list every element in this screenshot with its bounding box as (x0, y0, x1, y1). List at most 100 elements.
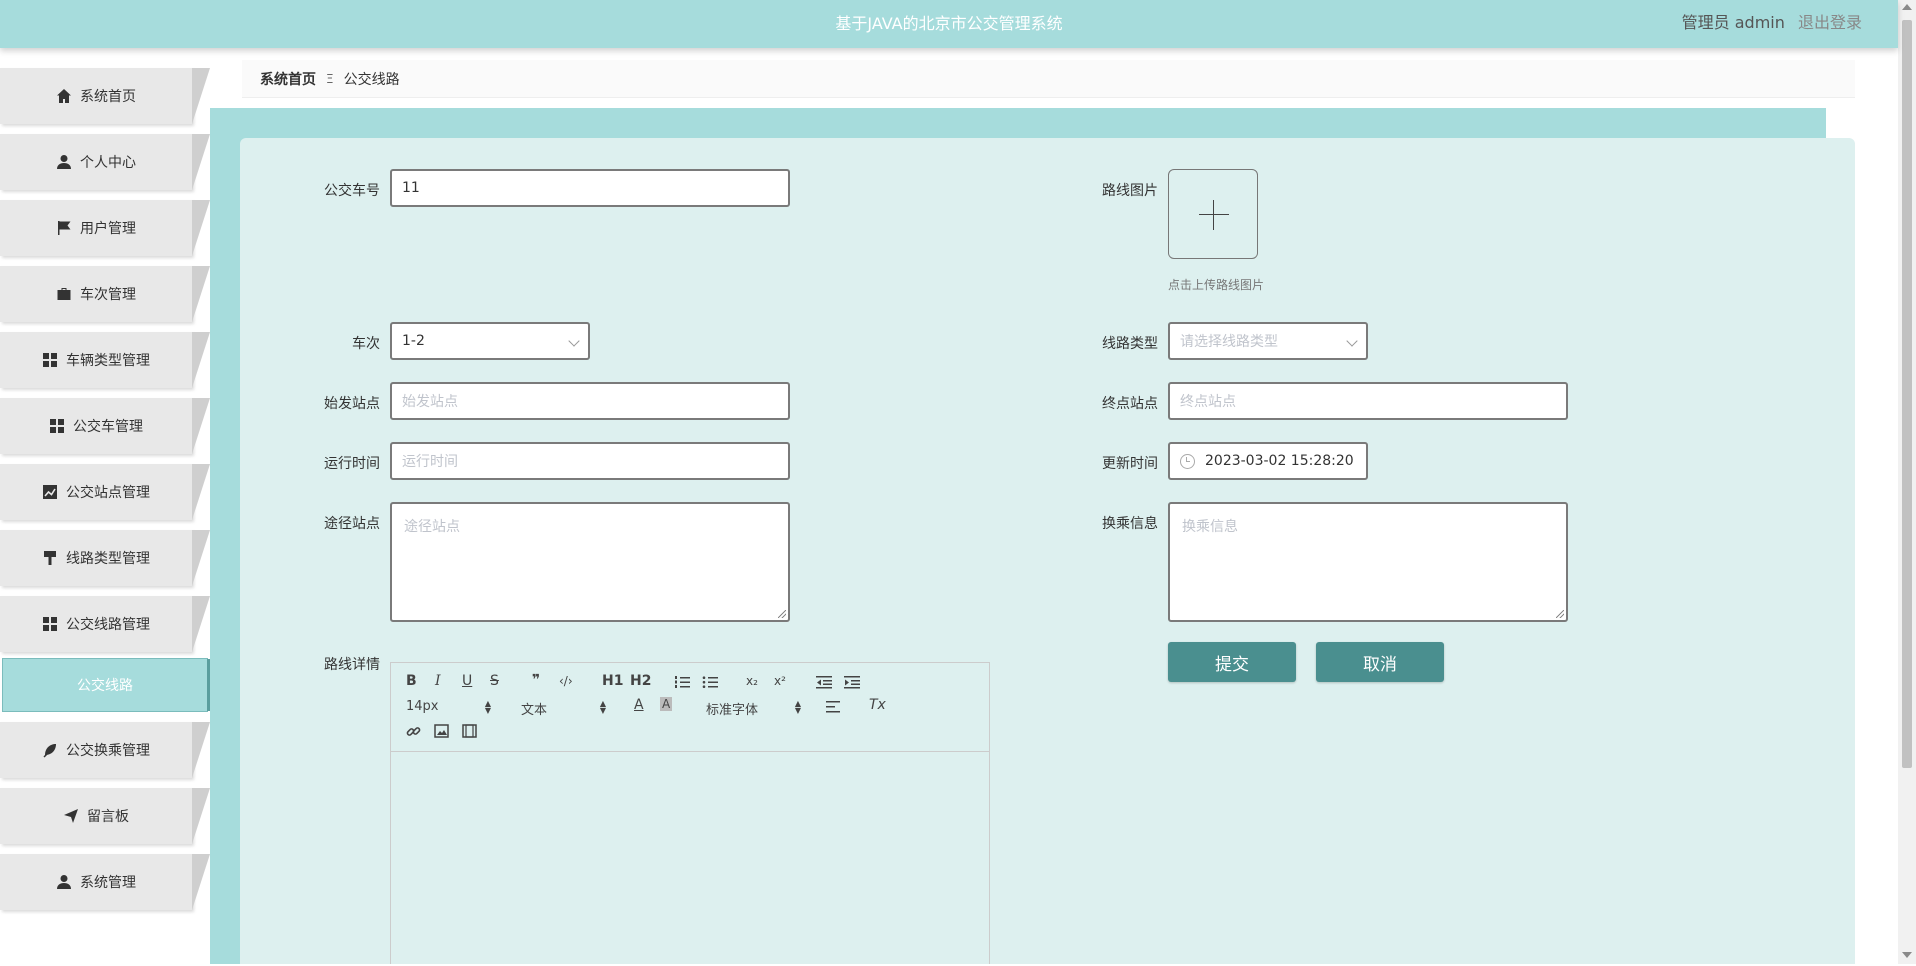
brush-icon (44, 551, 56, 565)
start-station-input[interactable]: 始发站点 (390, 382, 790, 420)
h1-button[interactable]: H1 (602, 673, 623, 689)
h2-button[interactable]: H2 (630, 673, 651, 689)
flag-icon (58, 221, 71, 235)
home-icon (57, 89, 71, 103)
scroll-down-arrow-icon[interactable] (1902, 952, 1912, 958)
align-left-icon[interactable] (826, 701, 840, 713)
editor-toolbar: B I U S ❞ ‹/› H1 H2 x₂ x² 14px ▲ ▼ 文本 ▲ ▼ … (391, 663, 989, 752)
sidebar-item-label: 个人中心 (80, 155, 136, 171)
background-color-button[interactable]: A (660, 697, 673, 711)
bullet-list-icon[interactable] (702, 675, 718, 689)
clear-format-button[interactable]: Tx (869, 697, 886, 713)
code-block-button[interactable]: ‹/› (559, 674, 573, 688)
plus-icon (1199, 214, 1229, 215)
leaf-icon (43, 744, 56, 758)
sidebar-item-routes[interactable]: 公交线路管理 (0, 596, 192, 652)
grid-icon (50, 419, 64, 433)
resize-grip-icon[interactable] (1556, 610, 1564, 618)
strike-button[interactable]: S (490, 673, 499, 689)
sidebar-item-users[interactable]: 用户管理 (0, 200, 192, 256)
via-stations-label: 途径站点 (324, 516, 380, 532)
sidebar-item-profile[interactable]: 个人中心 (0, 134, 192, 190)
font-family-select[interactable]: 标准字体 ▲ ▼ (706, 699, 801, 719)
update-time-picker[interactable]: 2023-03-02 15:28:20 (1168, 442, 1368, 480)
sidebar-item-label: 系统首页 (80, 89, 136, 105)
sidebar-item-route-types[interactable]: 线路类型管理 (0, 530, 192, 586)
route-type-label: 线路类型 (1102, 336, 1158, 352)
updown-icon: ▲ ▼ (794, 699, 801, 715)
outdent-icon[interactable] (816, 675, 832, 689)
route-detail-label: 路线详情 (324, 657, 380, 673)
route-detail-editor: B I U S ❞ ‹/› H1 H2 x₂ x² 14px ▲ ▼ 文本 ▲ ▼ … (390, 662, 990, 964)
route-image-label: 路线图片 (1102, 183, 1158, 199)
user-icon (57, 155, 71, 169)
breadcrumb: 系统首页 Ξ 公交线路 (242, 60, 1855, 98)
update-time-label: 更新时间 (1102, 456, 1158, 472)
sidebar-item-label: 公交线路管理 (66, 617, 150, 633)
header-type-select[interactable]: 文本 ▲ ▼ (521, 699, 606, 719)
ordered-list-icon[interactable] (674, 675, 690, 689)
breadcrumb-home[interactable]: 系统首页 (260, 69, 316, 89)
sidebar-subitem-route[interactable]: 公交线路 (2, 658, 213, 712)
blockquote-button[interactable]: ❞ (532, 672, 540, 688)
sidebar-item-trips[interactable]: 车次管理 (0, 266, 192, 322)
sidebar-item-label: 车次管理 (80, 287, 136, 303)
font-size-select[interactable]: 14px ▲ ▼ (406, 699, 491, 715)
updown-icon: ▲ ▼ (484, 699, 491, 715)
user-area: 管理员 admin 退出登录 (1682, 9, 1862, 33)
run-time-input[interactable]: 运行时间 (390, 442, 790, 480)
italic-button[interactable]: I (435, 673, 441, 689)
bold-button[interactable]: B (406, 673, 417, 689)
image-icon[interactable] (434, 724, 449, 738)
sidebar-item-vehicle-types[interactable]: 车辆类型管理 (0, 332, 192, 388)
start-station-label: 始发站点 (324, 396, 380, 412)
subscript-button[interactable]: x₂ (746, 674, 758, 688)
trip-label: 车次 (352, 336, 380, 352)
font-size-value: 14px (406, 699, 439, 714)
sidebar-item-system[interactable]: 系统管理 (0, 854, 192, 910)
grid-icon (43, 617, 57, 631)
resize-grip-icon[interactable] (778, 610, 786, 618)
top-header: 基于JAVA的北京市公交管理系统 管理员 admin 退出登录 (0, 0, 1898, 48)
chevron-down-icon (568, 335, 580, 347)
transfer-info-textarea[interactable]: 换乘信息 (1168, 502, 1568, 622)
via-stations-textarea[interactable]: 途径站点 (390, 502, 790, 622)
bus-no-input[interactable]: 11 (390, 169, 790, 207)
chevron-down-icon (1346, 335, 1358, 347)
sidebar-item-transfers[interactable]: 公交换乘管理 (0, 722, 192, 778)
logout-link[interactable]: 退出登录 (1798, 13, 1862, 32)
sidebar-item-stations[interactable]: 公交站点管理 (0, 464, 192, 520)
breadcrumb-separator: Ξ (326, 71, 334, 86)
route-image-upload[interactable] (1168, 169, 1258, 259)
briefcase-icon (57, 288, 71, 300)
sidebar-item-label: 车辆类型管理 (66, 353, 150, 369)
upload-tip: 点击上传路线图片 (1168, 278, 1265, 292)
link-icon[interactable] (406, 724, 421, 739)
text-color-button[interactable]: A (634, 697, 644, 713)
run-time-label: 运行时间 (324, 456, 380, 472)
sidebar-item-label: 公交换乘管理 (66, 743, 150, 759)
scroll-up-arrow-icon[interactable] (1902, 4, 1912, 10)
end-station-input[interactable]: 终点站点 (1168, 382, 1568, 420)
sidebar-item-label: 用户管理 (80, 221, 136, 237)
trip-select[interactable]: 1-2 (390, 322, 590, 360)
sidebar-item-label: 系统管理 (80, 875, 136, 891)
sidebar-item-label: 公交站点管理 (66, 485, 150, 501)
underline-button[interactable]: U (462, 673, 472, 689)
sidebar: 系统首页 个人中心 用户管理 车次管理 车辆类型管理 公交车管理 公交站点管理 … (0, 68, 213, 920)
sidebar-item-message-board[interactable]: 留言板 (0, 788, 192, 844)
indent-icon[interactable] (844, 675, 860, 689)
scrollbar-thumb[interactable] (1902, 20, 1912, 768)
sidebar-item-buses[interactable]: 公交车管理 (0, 398, 192, 454)
trip-select-value: 1-2 (402, 333, 425, 349)
sidebar-item-home[interactable]: 系统首页 (0, 68, 192, 124)
sidebar-item-label: 公交车管理 (73, 419, 143, 435)
cancel-button[interactable]: 取消 (1316, 642, 1444, 682)
app-title: 基于JAVA的北京市公交管理系统 (835, 14, 1063, 33)
video-icon[interactable] (462, 724, 477, 738)
via-stations-placeholder: 途径站点 (404, 519, 460, 535)
submit-button[interactable]: 提交 (1168, 642, 1296, 682)
superscript-button[interactable]: x² (774, 674, 786, 688)
route-type-select[interactable]: 请选择线路类型 (1168, 322, 1368, 360)
editor-content-area[interactable] (391, 752, 989, 966)
